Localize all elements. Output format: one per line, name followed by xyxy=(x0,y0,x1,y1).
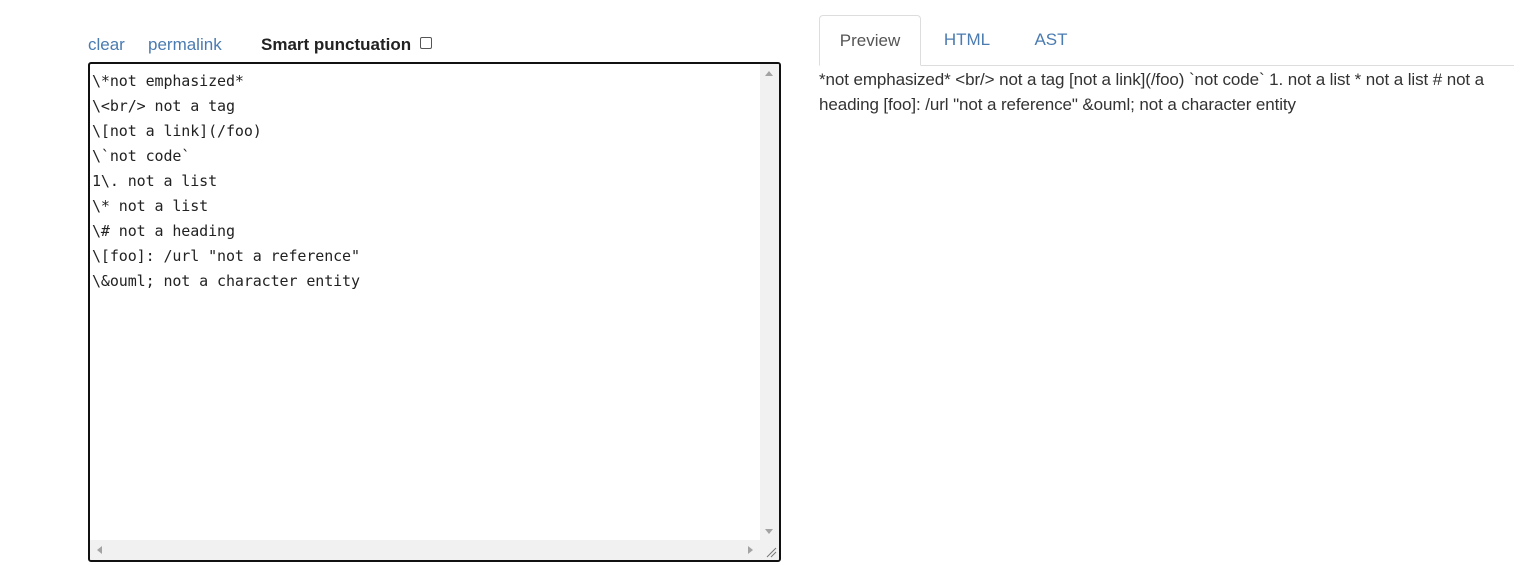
editor-line: \* not a list xyxy=(92,197,209,215)
markdown-editor[interactable]: \*not emphasized* \<br/> not a tag \[not… xyxy=(88,62,781,562)
smart-punctuation-label: Smart punctuation xyxy=(261,35,412,54)
vertical-scrollbar[interactable] xyxy=(760,64,779,540)
editor-line: \[not a link](/foo) xyxy=(92,122,262,140)
editor-line: 1\. not a list xyxy=(92,172,218,190)
clear-link[interactable]: clear xyxy=(88,35,125,55)
editor-content[interactable]: \*not emphasized* \<br/> not a tag \[not… xyxy=(92,69,757,294)
preview-output: *not emphasized* <br/> not a tag [not a … xyxy=(819,70,1485,114)
permalink-link[interactable]: permalink xyxy=(148,35,222,55)
editor-line: \&ouml; not a character entity xyxy=(92,272,360,290)
editor-line: \# not a heading xyxy=(92,222,235,240)
horizontal-scrollbar[interactable] xyxy=(90,540,760,560)
scroll-right-arrow-icon[interactable] xyxy=(748,546,753,554)
resize-grip-icon[interactable] xyxy=(765,546,777,558)
scroll-up-arrow-icon[interactable] xyxy=(765,71,773,76)
smart-punctuation-checkbox[interactable] xyxy=(420,37,432,49)
editor-line: \<br/> not a tag xyxy=(92,97,235,115)
tab-html[interactable]: HTML xyxy=(921,15,1013,66)
editor-line: \[foo]: /url "not a reference" xyxy=(92,247,360,265)
scroll-down-arrow-icon[interactable] xyxy=(765,529,773,534)
scroll-left-arrow-icon[interactable] xyxy=(97,546,102,554)
tab-preview[interactable]: Preview xyxy=(819,15,921,66)
editor-line: \*not emphasized* xyxy=(92,72,244,90)
resize-corner[interactable] xyxy=(760,540,779,560)
tab-ast[interactable]: AST xyxy=(1013,15,1089,66)
editor-line: \`not code` xyxy=(92,147,191,165)
